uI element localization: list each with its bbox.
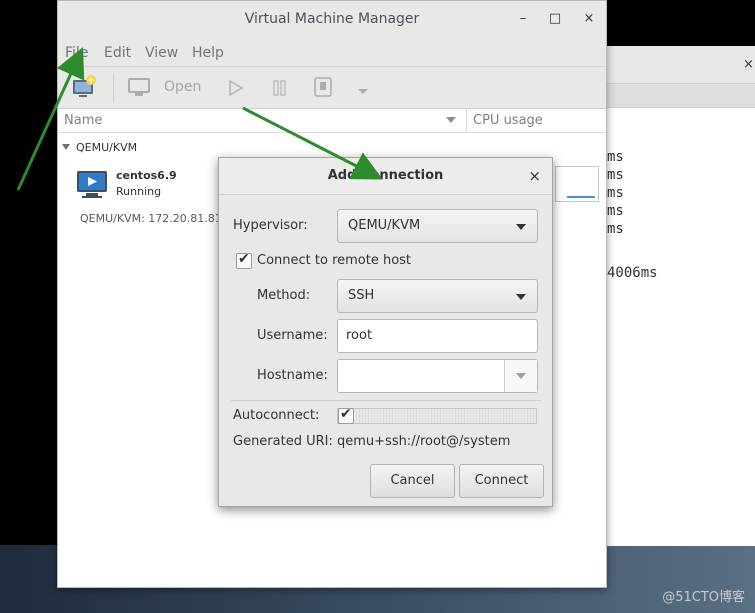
column-cpu-usage[interactable]: CPU usage — [473, 113, 543, 128]
autoconnect-row-background — [337, 408, 537, 424]
hostname-field[interactable] — [337, 359, 538, 393]
method-select[interactable]: SSH — [337, 279, 538, 313]
vm-state: Running — [116, 185, 162, 198]
close-icon[interactable]: × — [582, 12, 596, 26]
vm-list-header: Name CPU usage — [58, 109, 606, 133]
terminal-line: ms — [607, 149, 624, 165]
run-icon[interactable] — [228, 79, 244, 103]
vm-name: centos6.9 — [116, 169, 177, 182]
hostname-dropdown-button[interactable] — [504, 360, 537, 392]
cancel-button[interactable]: Cancel — [370, 464, 455, 498]
connection-row[interactable]: QEMU/KVM: 172.20.81.81 — [80, 212, 220, 225]
checkmark-icon: ✔ — [340, 406, 352, 422]
terminal-line: ms — [607, 185, 624, 201]
vm-monitor-icon — [77, 171, 107, 198]
chevron-down-icon — [516, 373, 526, 379]
connection-group-row[interactable]: QEMU/KVM — [62, 141, 137, 154]
username-field[interactable]: root — [337, 319, 538, 353]
hypervisor-label: Hypervisor: — [233, 218, 308, 233]
add-connection-dialog: Add Connection × Hypervisor: QEMU/KVM ✔ … — [218, 157, 553, 507]
terminal-line: 4006ms — [607, 265, 658, 281]
terminal-line: ms — [607, 203, 624, 219]
hostname-label: Hostname: — [257, 368, 328, 383]
toolbar-separator — [113, 73, 114, 103]
group-label: QEMU/KVM — [76, 141, 138, 154]
watermark: @51CTO博客 — [662, 590, 745, 605]
menu-file[interactable]: File — [65, 45, 88, 61]
method-value: SSH — [348, 288, 375, 303]
connect-button[interactable]: Connect — [459, 464, 544, 498]
sort-chevron-down-icon[interactable] — [446, 117, 456, 123]
pause-icon[interactable] — [272, 79, 288, 103]
column-divider[interactable] — [466, 109, 467, 133]
method-label: Method: — [257, 288, 311, 303]
terminal-line: ms — [607, 167, 624, 183]
open-console-icon[interactable] — [128, 78, 152, 102]
chevron-down-icon — [516, 294, 526, 300]
expander-chevron-down-icon[interactable] — [62, 144, 70, 150]
minimize-icon[interactable]: – — [516, 12, 530, 26]
menu-view[interactable]: View — [145, 45, 178, 61]
menu-edit[interactable]: Edit — [104, 45, 131, 61]
hypervisor-select[interactable]: QEMU/KVM — [337, 209, 538, 243]
menubar: File Edit View Help — [58, 38, 606, 67]
open-button[interactable]: Open — [164, 79, 201, 103]
remote-host-label[interactable]: Connect to remote host — [257, 253, 411, 268]
shutdown-icon[interactable] — [314, 77, 332, 101]
username-label: Username: — [257, 328, 328, 343]
generated-uri-label: Generated URI: — [233, 434, 333, 449]
separator — [231, 400, 541, 401]
terminal-close-icon[interactable]: × — [743, 57, 755, 72]
dialog-title: Add Connection — [327, 168, 444, 183]
remote-host-checkbox[interactable]: ✔ — [236, 251, 252, 269]
menu-help[interactable]: Help — [192, 45, 224, 61]
dialog-titlebar[interactable]: Add Connection × — [219, 158, 552, 195]
terminal-output: ms ms ms ms ms 4006ms — [607, 148, 658, 282]
autoconnect-checkbox[interactable]: ✔ — [338, 406, 354, 424]
vmm-titlebar[interactable]: Virtual Machine Manager – □ × — [58, 1, 606, 38]
column-name[interactable]: Name — [64, 113, 102, 128]
username-value: root — [346, 328, 373, 343]
dialog-close-icon[interactable]: × — [528, 167, 541, 185]
generated-uri-value: qemu+ssh://root@/system — [337, 434, 511, 449]
new-connection-icon[interactable] — [71, 74, 97, 98]
autoconnect-label: Autoconnect: — [233, 408, 320, 423]
terminal-line: ms — [607, 221, 624, 237]
cpu-usage-graph — [555, 166, 599, 202]
chevron-down-icon — [516, 224, 526, 230]
cpu-usage-line — [567, 196, 595, 198]
maximize-icon[interactable]: □ — [548, 12, 562, 26]
shutdown-menu-chevron-down-icon[interactable] — [357, 85, 369, 109]
hypervisor-value: QEMU/KVM — [348, 218, 421, 233]
checkmark-icon: ✔ — [238, 251, 250, 267]
toolbar: Open — [58, 67, 606, 109]
